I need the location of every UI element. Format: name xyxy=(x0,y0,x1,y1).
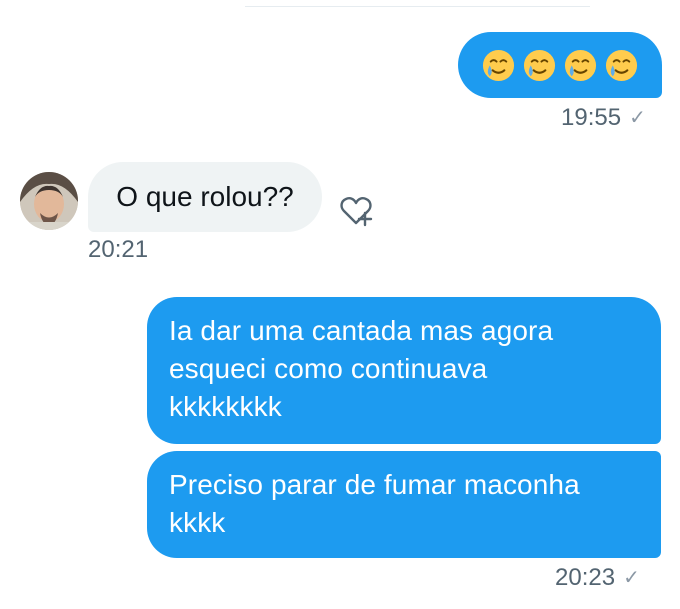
face-holding-back-tears-emoji xyxy=(482,49,515,81)
outgoing-message[interactable]: Ia dar uma cantada mas agora esqueci com… xyxy=(147,297,661,444)
message-line: esqueci como continuava xyxy=(169,353,488,384)
outgoing-emoji-message[interactable] xyxy=(458,32,662,98)
sent-check-icon: ✓ xyxy=(629,107,646,129)
timestamp-text: 20:21 xyxy=(88,236,149,263)
timestamp-text: 20:23 xyxy=(555,564,616,591)
sent-check-icon: ✓ xyxy=(623,567,640,589)
incoming-message[interactable]: O que rolou?? xyxy=(88,162,322,232)
first-message-timestamp: 19:55 ✓ xyxy=(561,104,646,132)
incoming-message-text: O que rolou?? xyxy=(116,181,294,212)
face-holding-back-tears-emoji xyxy=(523,49,556,81)
avatar-icon xyxy=(20,172,78,230)
message-line: Ia dar uma cantada mas agora xyxy=(169,315,554,346)
user-avatar[interactable] xyxy=(20,172,78,230)
top-divider xyxy=(245,6,590,7)
face-holding-back-tears-emoji xyxy=(605,49,638,81)
message-line: kkkkkkkk xyxy=(169,391,282,422)
dm-conversation: 19:55 ✓ O que rolou?? 20:21 Ia dar uma ca… xyxy=(0,0,680,609)
message-line: kkkk xyxy=(169,507,226,538)
last-message-timestamp: 20:23 ✓ xyxy=(555,564,640,592)
incoming-message-timestamp: 20:21 xyxy=(88,236,148,264)
outgoing-message[interactable]: Preciso parar de fumar maconha kkkk xyxy=(147,451,661,558)
message-line: Preciso parar de fumar maconha xyxy=(169,469,580,500)
timestamp-text: 19:55 xyxy=(561,104,622,131)
heart-plus-icon[interactable] xyxy=(336,190,376,230)
face-holding-back-tears-emoji xyxy=(564,49,597,81)
